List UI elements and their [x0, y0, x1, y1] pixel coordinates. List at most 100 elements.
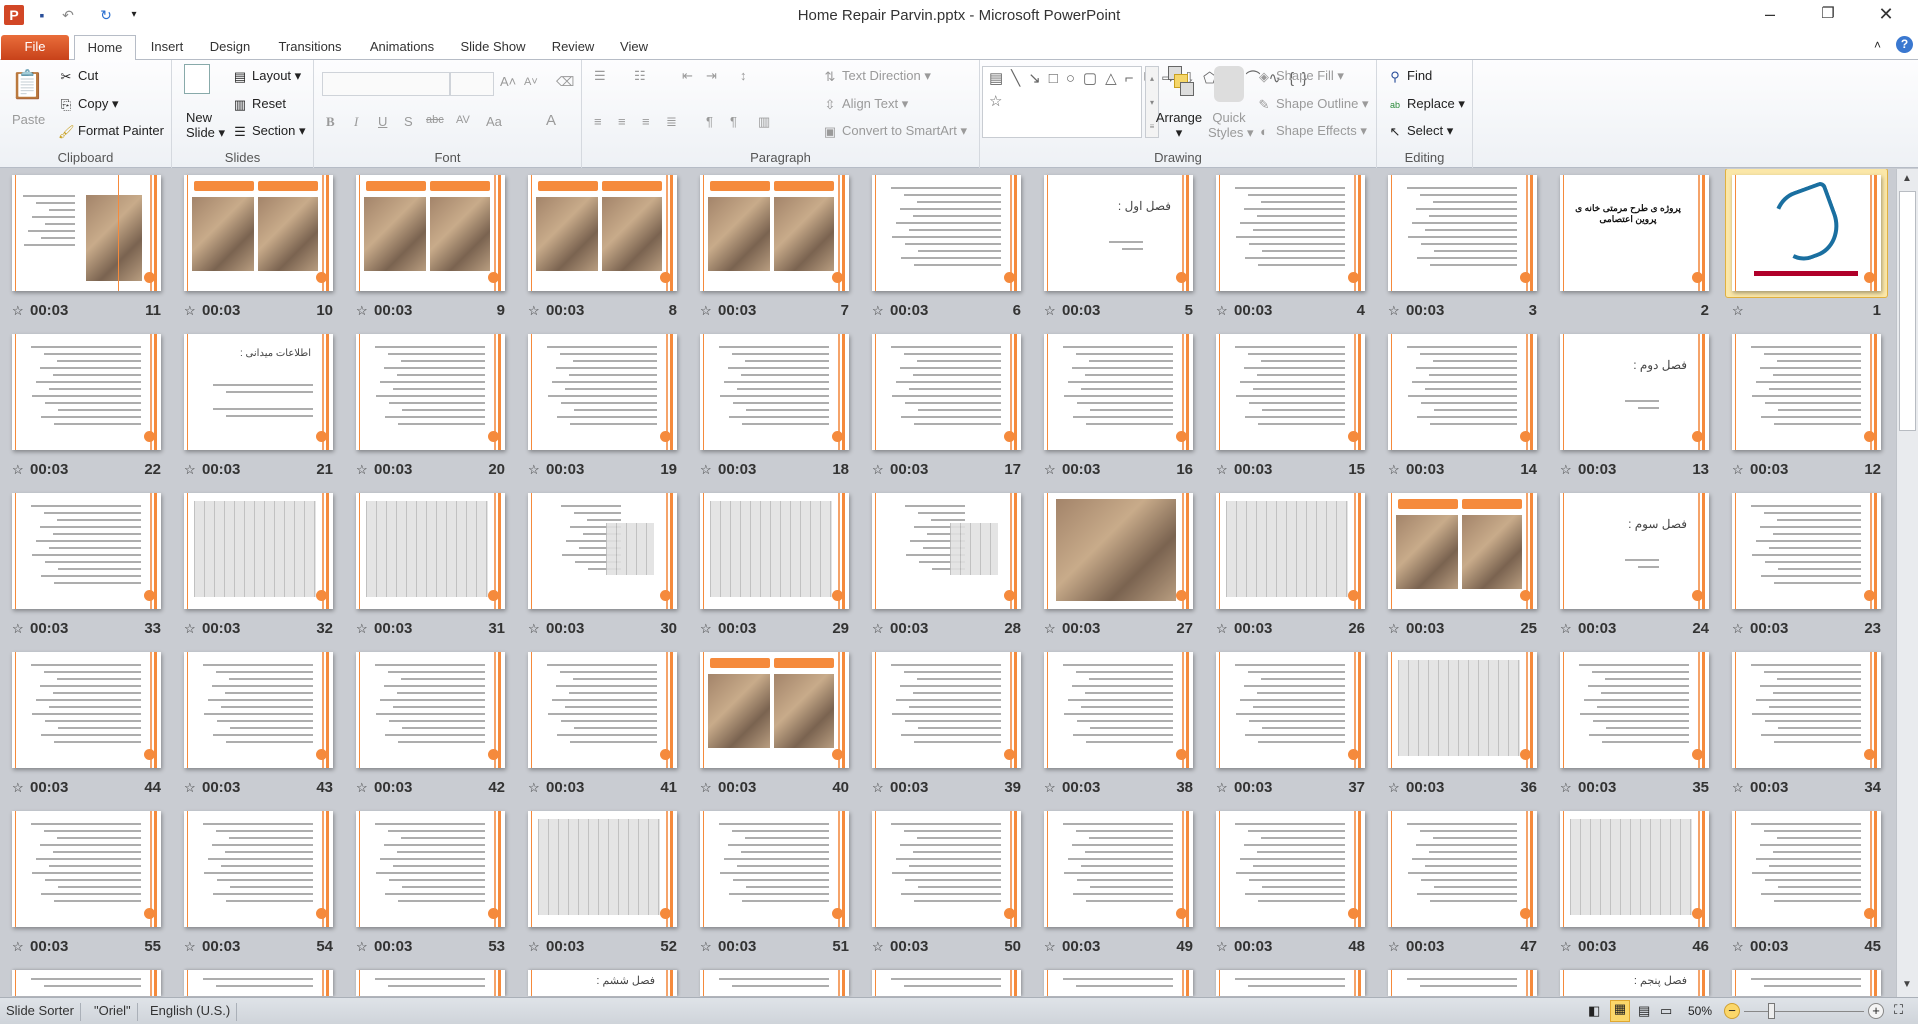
- find-button[interactable]: Find: [1407, 68, 1432, 83]
- cut-button[interactable]: Cut: [78, 68, 98, 83]
- slide-thumbnail[interactable]: [12, 970, 161, 996]
- slide-thumbnail[interactable]: فصل دوم :: [1560, 334, 1709, 450]
- theme-indicator[interactable]: "Oriel": [88, 1003, 138, 1021]
- font-color-icon[interactable]: A: [546, 112, 556, 129]
- transition-star-icon[interactable]: ☆: [184, 621, 196, 637]
- tab-home[interactable]: Home: [74, 35, 136, 61]
- transition-star-icon[interactable]: ☆: [1560, 939, 1572, 955]
- justify-icon[interactable]: ≣: [666, 114, 677, 130]
- tab-view[interactable]: View: [612, 35, 656, 60]
- slide-thumbnail[interactable]: [700, 175, 849, 291]
- transition-star-icon[interactable]: ☆: [1732, 939, 1744, 955]
- slide-thumbnail[interactable]: [1732, 334, 1881, 450]
- slide-thumbnail[interactable]: [1388, 811, 1537, 927]
- reading-view-icon[interactable]: ▤: [1638, 1003, 1650, 1019]
- transition-star-icon[interactable]: ☆: [12, 939, 24, 955]
- slide-thumbnail[interactable]: پروژه ی طرح مرمتی خانه ی پروین اعتصامی: [1560, 175, 1709, 291]
- slide-thumbnail[interactable]: [1732, 970, 1881, 996]
- slide-thumbnail[interactable]: فصل اول :: [1044, 175, 1193, 291]
- zoom-out-button[interactable]: −: [1724, 1003, 1740, 1019]
- format-painter-button[interactable]: Format Painter: [78, 123, 164, 138]
- transition-star-icon[interactable]: ☆: [1388, 780, 1400, 796]
- clear-formatting-icon[interactable]: ⌫: [556, 74, 574, 90]
- slide-thumbnail[interactable]: [1388, 175, 1537, 291]
- scroll-down-icon[interactable]: ▼: [1902, 979, 1912, 990]
- paste-button[interactable]: Paste: [12, 112, 45, 127]
- slide-thumbnail[interactable]: [1216, 811, 1365, 927]
- slide-thumbnail[interactable]: [1044, 652, 1193, 768]
- slide-thumbnail[interactable]: [12, 175, 161, 291]
- convert-smartart-button[interactable]: Convert to SmartArt: [842, 123, 957, 138]
- slide-thumbnail[interactable]: [356, 175, 505, 291]
- slide-thumbnail[interactable]: [12, 493, 161, 609]
- numbering-icon[interactable]: ☷: [634, 68, 646, 84]
- transition-star-icon[interactable]: ☆: [1388, 303, 1400, 319]
- transition-star-icon[interactable]: ☆: [700, 621, 712, 637]
- transition-star-icon[interactable]: ☆: [356, 621, 368, 637]
- transition-star-icon[interactable]: ☆: [1216, 780, 1228, 796]
- help-icon[interactable]: ?: [1896, 36, 1913, 53]
- slide-thumbnail[interactable]: [184, 970, 333, 996]
- slide-thumbnail[interactable]: [1560, 811, 1709, 927]
- slide-thumbnail[interactable]: [700, 652, 849, 768]
- transition-star-icon[interactable]: ☆: [1216, 303, 1228, 319]
- restore-button[interactable]: ❐: [1808, 4, 1848, 28]
- transition-star-icon[interactable]: ☆: [184, 939, 196, 955]
- tab-transitions[interactable]: Transitions: [270, 35, 350, 60]
- slide-thumbnail[interactable]: فصل پنجم :: [1560, 970, 1709, 996]
- transition-star-icon[interactable]: ☆: [1044, 939, 1056, 955]
- transition-star-icon[interactable]: ☆: [872, 780, 884, 796]
- fit-to-window-icon[interactable]: ⛶: [1894, 1002, 1903, 1018]
- new-slide-button[interactable]: New Slide ▾: [186, 110, 225, 141]
- transition-star-icon[interactable]: ☆: [1044, 780, 1056, 796]
- transition-star-icon[interactable]: ☆: [12, 462, 24, 478]
- slide-thumbnail[interactable]: [1732, 493, 1881, 609]
- scroll-up-icon[interactable]: ▲: [1902, 173, 1912, 184]
- italic-icon[interactable]: I: [354, 114, 358, 130]
- slide-thumbnail[interactable]: [356, 334, 505, 450]
- transition-star-icon[interactable]: ☆: [1216, 621, 1228, 637]
- slide-thumbnail[interactable]: [872, 334, 1021, 450]
- layout-button[interactable]: Layout: [252, 68, 291, 83]
- slide-thumbnail[interactable]: [184, 493, 333, 609]
- shrink-font-icon[interactable]: A˅: [524, 76, 538, 88]
- slide-thumbnail[interactable]: [528, 811, 677, 927]
- columns-icon[interactable]: ▥: [758, 114, 770, 130]
- slide-thumbnail[interactable]: [528, 334, 677, 450]
- slide-thumbnail[interactable]: اطلاعات میدانی :: [184, 334, 333, 450]
- transition-star-icon[interactable]: ☆: [356, 939, 368, 955]
- line-spacing-icon[interactable]: ↕: [740, 68, 747, 83]
- transition-star-icon[interactable]: ☆: [700, 303, 712, 319]
- zoom-level[interactable]: 50%: [1688, 1004, 1712, 1018]
- transition-star-icon[interactable]: ☆: [1560, 780, 1572, 796]
- center-icon[interactable]: ≡: [618, 114, 626, 129]
- slide-thumbnail[interactable]: [1732, 175, 1881, 291]
- transition-star-icon[interactable]: ☆: [528, 939, 540, 955]
- slide-thumbnail[interactable]: [528, 175, 677, 291]
- transition-star-icon[interactable]: ☆: [184, 303, 196, 319]
- zoom-slider[interactable]: [1744, 1011, 1864, 1012]
- transition-star-icon[interactable]: ☆: [528, 462, 540, 478]
- tab-file[interactable]: File: [1, 35, 69, 60]
- slide-thumbnail[interactable]: [1732, 652, 1881, 768]
- copy-button[interactable]: Copy: [78, 96, 108, 111]
- reset-button[interactable]: Reset: [252, 96, 286, 111]
- increase-indent-icon[interactable]: ⇥: [706, 68, 717, 84]
- slide-thumbnail[interactable]: [872, 970, 1021, 996]
- slide-thumbnail[interactable]: [184, 811, 333, 927]
- transition-star-icon[interactable]: ☆: [872, 303, 884, 319]
- slide-thumbnail[interactable]: [356, 493, 505, 609]
- arrange-button[interactable]: Arrange ▾: [1152, 110, 1206, 141]
- decrease-indent-icon[interactable]: ⇤: [682, 68, 693, 84]
- normal-view-icon[interactable]: ◧: [1588, 1003, 1600, 1019]
- font-size-combo[interactable]: [450, 72, 494, 96]
- tab-insert[interactable]: Insert: [142, 35, 192, 60]
- ltr-icon[interactable]: ¶: [706, 114, 713, 129]
- transition-star-icon[interactable]: ☆: [1044, 621, 1056, 637]
- transition-star-icon[interactable]: ☆: [1388, 939, 1400, 955]
- slide-thumbnail[interactable]: [1388, 652, 1537, 768]
- slide-thumbnail[interactable]: [356, 970, 505, 996]
- transition-star-icon[interactable]: ☆: [1732, 780, 1744, 796]
- slide-thumbnail[interactable]: [1216, 493, 1365, 609]
- shapes-gallery[interactable]: ▤╲↘□○▢△⌐↳⇨⇩⬠ᔕ⌒∿{}☆: [982, 66, 1307, 138]
